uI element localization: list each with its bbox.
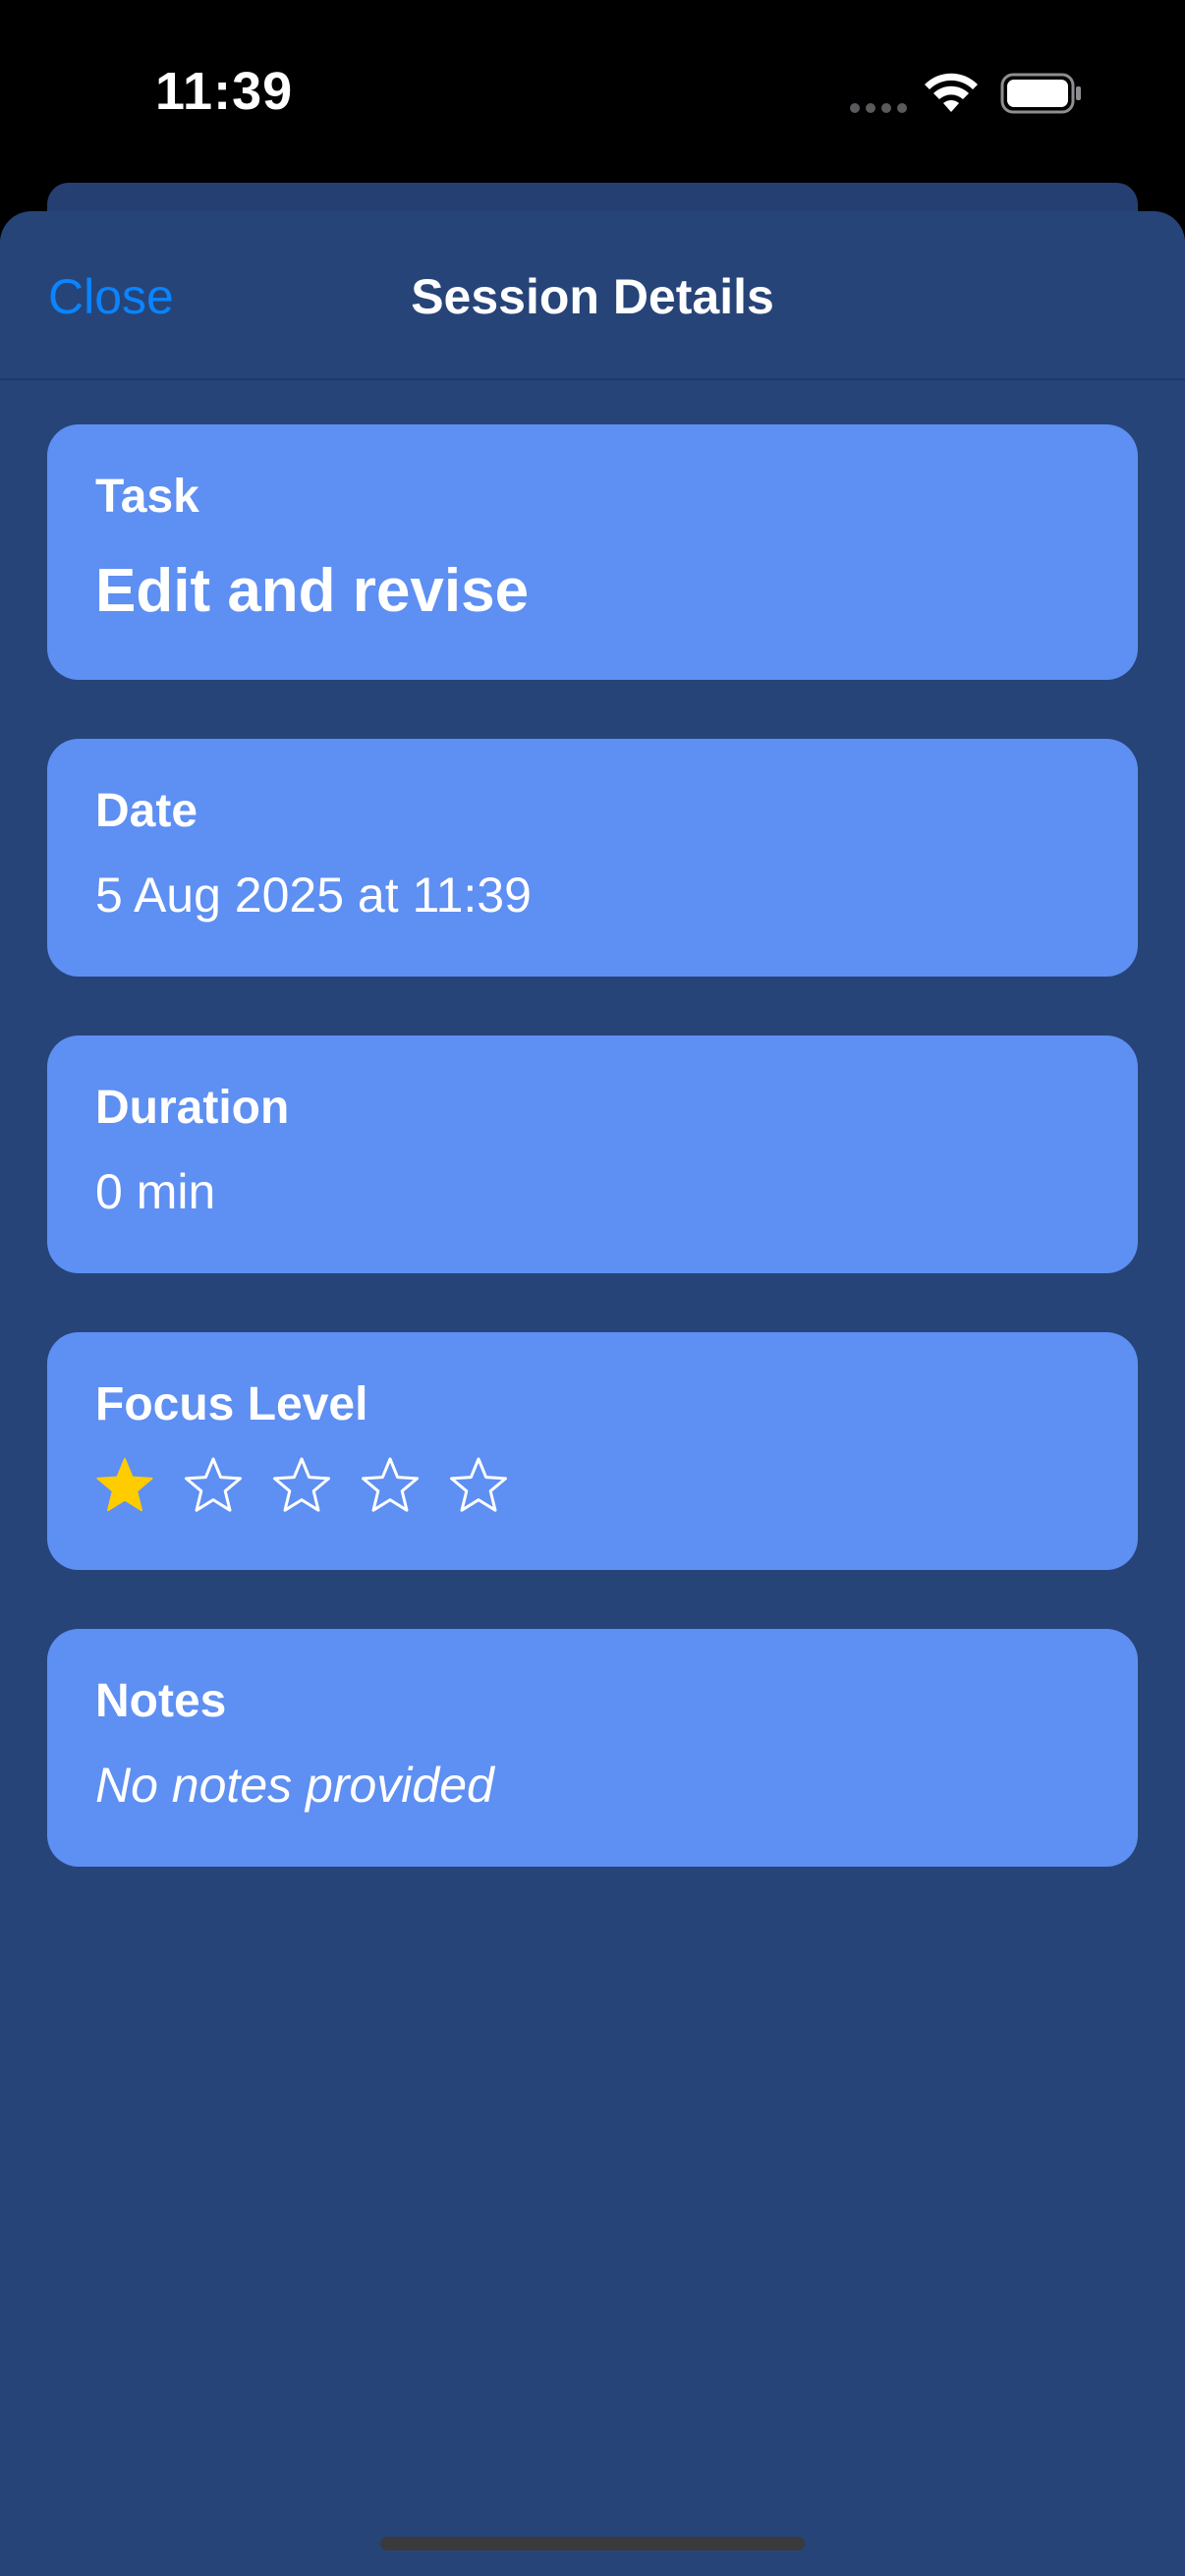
focus-level-card: Focus Level [47, 1332, 1138, 1570]
session-details-sheet: Close Session Details Task Edit and revi… [0, 211, 1185, 2576]
wifi-icon [925, 73, 978, 112]
nav-bar: Close Session Details [0, 211, 1185, 380]
notes-label: Notes [95, 1675, 227, 1727]
star-icon[interactable] [449, 1456, 508, 1515]
task-value: Edit and revise [95, 557, 530, 625]
task-label: Task [95, 471, 199, 523]
home-indicator [380, 2537, 805, 2550]
star-icon[interactable] [95, 1456, 154, 1515]
star-icon[interactable] [361, 1456, 420, 1515]
duration-card: Duration 0 min [47, 1036, 1138, 1273]
battery-icon [1000, 73, 1081, 114]
notes-card: Notes No notes provided [47, 1629, 1138, 1867]
duration-label: Duration [95, 1082, 290, 1134]
status-time: 11:39 [155, 62, 294, 121]
focus-rating [95, 1456, 508, 1515]
notes-value: No notes provided [95, 1758, 494, 1813]
date-value: 5 Aug 2025 at 11:39 [95, 868, 532, 923]
date-card: Date 5 Aug 2025 at 11:39 [47, 739, 1138, 977]
focus-level-label: Focus Level [95, 1378, 368, 1430]
page-title: Session Details [411, 269, 774, 324]
task-card: Task Edit and revise [47, 424, 1138, 680]
star-icon[interactable] [184, 1456, 243, 1515]
status-bar: 11:39 [0, 0, 1185, 187]
duration-value: 0 min [95, 1164, 216, 1219]
date-label: Date [95, 785, 198, 837]
star-icon[interactable] [272, 1456, 331, 1515]
cellular-dots-icon [850, 103, 907, 113]
